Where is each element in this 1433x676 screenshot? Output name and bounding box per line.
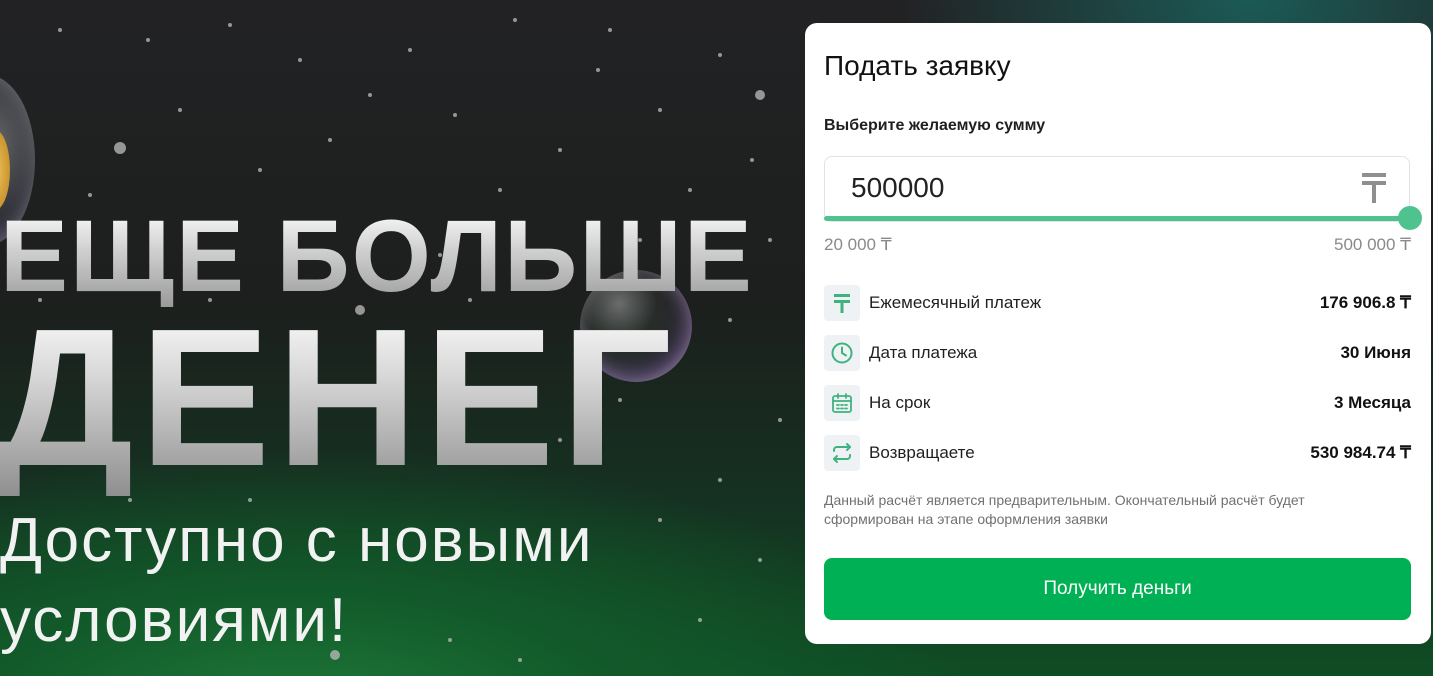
payment-date-label: Дата платежа [869, 343, 978, 362]
monthly-payment-value: 176 906.8 ₸ [1319, 293, 1411, 312]
tenge-icon [824, 285, 860, 321]
form-title: Подать заявку [824, 50, 1011, 81]
repeat-icon [824, 435, 860, 471]
amount-slider-thumb[interactable] [1398, 206, 1422, 230]
amount-field [824, 156, 1410, 222]
amount-slider-track[interactable] [824, 216, 1410, 221]
repayment-row: Возвращаете 530 984.74 ₸ [824, 435, 1411, 471]
payment-date-value: 30 Июня [1340, 343, 1411, 362]
slider-min-label: 20 000 ₸ [824, 235, 892, 254]
term-label: На срок [869, 393, 931, 412]
repayment-value: 530 984.74 ₸ [1310, 443, 1411, 462]
repayment-label: Возвращаете [869, 443, 975, 462]
monthly-payment-row: Ежемесячный платеж 176 906.8 ₸ [824, 285, 1411, 321]
clock-icon [824, 335, 860, 371]
get-money-button[interactable]: Получить деньги [824, 558, 1411, 620]
monthly-payment-label: Ежемесячный платеж [869, 293, 1042, 312]
term-value: 3 Месяца [1333, 393, 1411, 412]
tenge-icon [1362, 173, 1386, 203]
hero-headline-line2: ДЕНЕГ [0, 300, 678, 496]
hero-subtitle-line1: Доступно с новыми [0, 506, 594, 575]
amount-input[interactable] [851, 171, 1331, 205]
hero-subtitle-line2: условиями! [0, 586, 349, 655]
application-form-card: Подать заявку Выберите желаемую сумму 20… [805, 23, 1431, 644]
term-row: На срок 3 Месяца [824, 385, 1411, 421]
slider-max-label: 500 000 ₸ [1334, 235, 1411, 254]
sum-label: Выберите желаемую сумму [824, 117, 1046, 134]
payment-date-row: Дата платежа 30 Июня [824, 335, 1411, 371]
page: ЕЩЕ БОЛЬШЕ ДЕНЕГ Доступно с новыми услов… [0, 0, 1433, 676]
disclaimer-text: Данный расчёт является предварительным. … [824, 492, 1305, 527]
calendar-icon [824, 385, 860, 421]
